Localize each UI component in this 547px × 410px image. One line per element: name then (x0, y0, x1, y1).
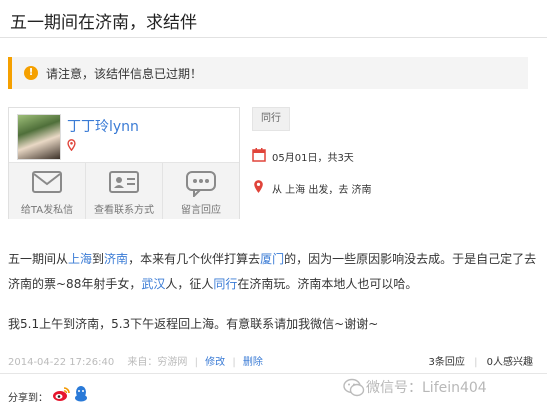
notice-text: 请注意，该结伴信息已过期！ (46, 67, 203, 81)
calendar-icon (252, 148, 266, 162)
view-contact-button[interactable]: 查看联系方式 (86, 163, 163, 219)
place-link-wuhan[interactable]: 武汉 (141, 277, 165, 291)
body-text: 人，征人 (165, 277, 214, 291)
divider: | (194, 357, 198, 368)
post-timestamp: 2014-04-22 17:26:40 (8, 357, 115, 368)
body-text: 五一期间从 (8, 252, 69, 266)
title-divider (0, 37, 547, 38)
chat-bubble-icon (186, 171, 216, 197)
location-pin-icon (254, 180, 263, 193)
keyword-link-tongxing[interactable]: 同行 (213, 277, 237, 291)
delete-link[interactable]: 删除 (243, 357, 263, 368)
profile-card: 丁丁玲lynn 给TA发私信 查看联系方式 留言回应 (8, 107, 240, 219)
body-text: 到 (92, 252, 105, 266)
divider: | (474, 357, 478, 368)
view-contact-label: 查看联系方式 (94, 205, 154, 216)
post-body-paragraph-2: 我5.1上午到济南，5.3下午返程回上海。有意联系请加我微信~谢谢~ (8, 317, 379, 331)
watermark-text: 微信号：Lifein404 (366, 380, 487, 396)
send-message-button[interactable]: 给TA发私信 (9, 163, 86, 219)
expired-notice: ! 请注意，该结伴信息已过期！ (8, 57, 528, 89)
meta-divider (0, 373, 547, 374)
avatar[interactable] (17, 114, 61, 160)
body-text: 在济南玩。济南本地人也可以哈。 (237, 277, 418, 291)
location-pin-icon (67, 139, 76, 151)
post-source: 来自：穷游网 (127, 357, 188, 368)
weibo-icon[interactable] (52, 386, 70, 402)
send-message-label: 给TA发私信 (20, 205, 74, 216)
envelope-icon (32, 171, 62, 193)
profile-actions: 给TA发私信 查看联系方式 留言回应 (9, 162, 239, 219)
post-stats: 3条回应 | 0人感兴趣 (429, 353, 534, 368)
interested-count[interactable]: 0人感兴趣 (487, 357, 533, 368)
edit-link[interactable]: 修改 (205, 357, 225, 368)
warning-icon: ! (24, 66, 38, 80)
trip-type-tag: 同行 (252, 107, 290, 131)
qq-icon[interactable] (74, 385, 88, 403)
trip-route-text: 从 上海 出发，去 济南 (272, 185, 372, 196)
leave-reply-button[interactable]: 留言回应 (163, 163, 239, 219)
divider: | (232, 357, 236, 368)
post-meta: 2014-04-22 17:26:40 来自：穷游网 | 修改 | 删除 (8, 353, 263, 368)
wechat-logo-icon (343, 378, 365, 397)
share-label: 分享到： (8, 393, 48, 404)
contact-card-icon (109, 171, 139, 193)
leave-reply-label: 留言回应 (181, 205, 221, 216)
reply-count[interactable]: 3条回应 (429, 357, 465, 368)
username-link[interactable]: 丁丁玲lynn (67, 116, 139, 136)
trip-date-text: 05月01日，共3天 (272, 153, 354, 164)
place-link-jinan[interactable]: 济南 (104, 252, 128, 266)
place-link-shanghai[interactable]: 上海 (68, 252, 92, 266)
post-body-paragraph: 五一期间从上海到济南，本来有几个伙伴打算去厦门的，因为一些原因影响没去成。于是自… (8, 247, 540, 297)
page-title: 五一期间在济南，求结伴 (10, 13, 197, 33)
body-text: ，本来有几个伙伴打算去 (128, 252, 261, 266)
place-link-xiamen[interactable]: 厦门 (260, 252, 284, 266)
